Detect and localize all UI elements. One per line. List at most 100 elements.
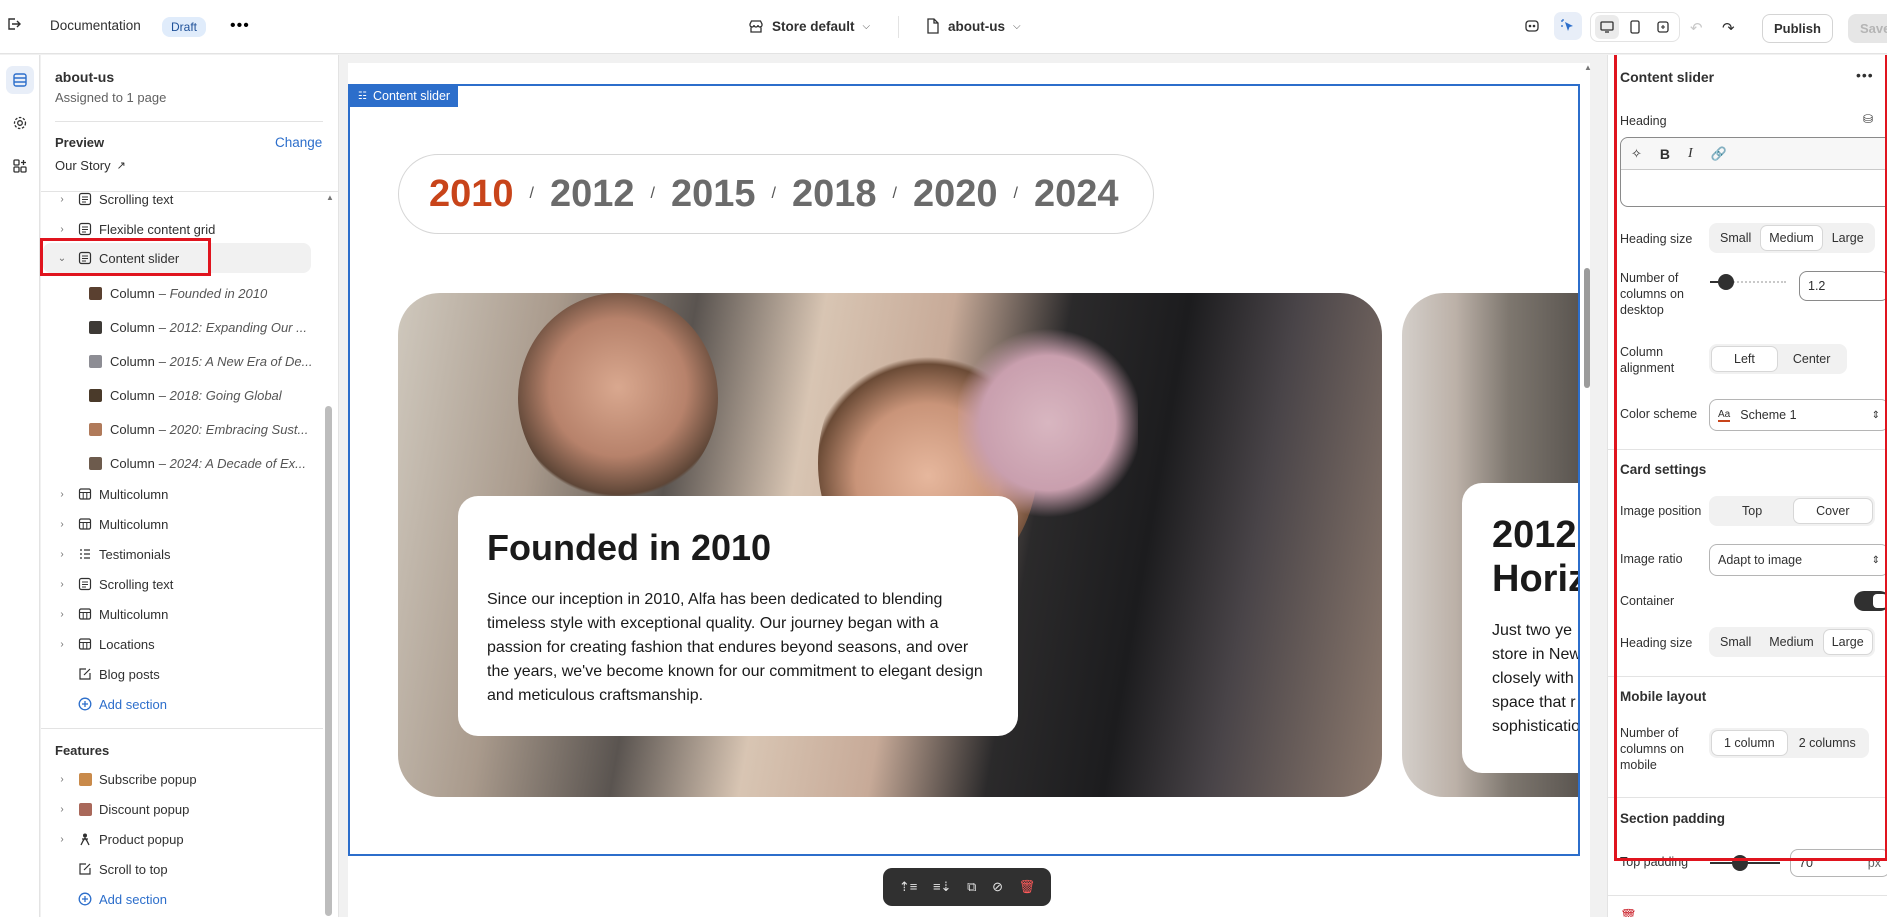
slider-thumb[interactable] <box>1718 274 1734 290</box>
alignment-left[interactable]: Left <box>1712 347 1777 371</box>
apps-icon[interactable] <box>6 152 34 180</box>
select-tool-icon[interactable] <box>1554 12 1582 40</box>
year-tab-2015[interactable]: 2015 <box>671 173 756 216</box>
page-icon <box>927 18 939 34</box>
publish-button[interactable]: Publish <box>1762 14 1833 43</box>
ai-sparkle-icon[interactable]: ✧ <box>1631 146 1642 162</box>
page-selector[interactable]: about-us ⌵ <box>926 18 1021 34</box>
year-tab-2010[interactable]: 2010 <box>429 173 514 216</box>
card-heading-size-small[interactable]: Small <box>1712 630 1759 654</box>
tree-section-scrolling-text[interactable]: › Scrolling text <box>55 185 325 213</box>
move-up-icon[interactable]: ⇡≡ <box>899 879 917 895</box>
preview-page-link[interactable]: Our Story ↗ <box>55 158 126 173</box>
image-ratio-select[interactable]: Adapt to image ⇕ <box>1709 544 1887 576</box>
store-selector[interactable]: Store default ⌵ <box>748 18 870 34</box>
color-scheme-select[interactable]: Aa Scheme 1 ⇕ <box>1709 399 1887 431</box>
save-button[interactable]: Save <box>1848 14 1887 43</box>
chevron-right-icon[interactable]: › <box>55 639 69 650</box>
chevron-right-icon[interactable]: › <box>55 579 69 590</box>
more-options-icon[interactable]: ••• <box>230 17 250 35</box>
columns-desktop-value: 1.2 <box>1808 279 1826 293</box>
preview-scrollbar[interactable]: ▲ <box>1584 63 1592 917</box>
desktop-icon[interactable] <box>1595 15 1619 39</box>
top-padding-slider[interactable] <box>1710 855 1780 871</box>
year-tab-2020[interactable]: 2020 <box>913 173 998 216</box>
tree-label: Scroll to top <box>99 861 168 877</box>
card-heading-size-large[interactable]: Large <box>1823 630 1872 654</box>
undo-icon[interactable]: ↶ <box>1690 19 1703 37</box>
add-section-button[interactable]: Add section <box>55 885 325 913</box>
columns-desktop-input[interactable]: 1.2 <box>1799 271 1887 301</box>
chevron-right-icon[interactable]: › <box>55 774 69 785</box>
chevron-right-icon[interactable]: › <box>55 194 69 205</box>
chevron-right-icon[interactable]: › <box>55 519 69 530</box>
chevron-right-icon[interactable]: › <box>55 549 69 560</box>
image-position-top[interactable]: Top <box>1712 499 1792 523</box>
heading-size-small[interactable]: Small <box>1712 226 1759 250</box>
tree-section-multicolumn[interactable]: › Multicolumn <box>55 510 325 538</box>
exit-icon[interactable] <box>6 16 22 32</box>
hide-icon[interactable]: ⊘ <box>992 879 1003 895</box>
tree-block-column[interactable]: Column – 2020: Embracing Sust... <box>89 415 359 443</box>
sections-icon[interactable] <box>6 66 34 94</box>
change-link[interactable]: Change <box>275 135 322 150</box>
fullscreen-icon[interactable] <box>1651 15 1675 39</box>
tree-feature-scroll-to-top[interactable]: Scroll to top <box>55 855 325 883</box>
tree-label: Product popup <box>99 831 184 847</box>
section-tag[interactable]: ☷ Content slider <box>350 85 459 107</box>
heading-rich-text[interactable]: ✧ B I 🔗 <box>1620 137 1887 207</box>
bold-icon[interactable]: B <box>1660 146 1670 162</box>
heading-size-large[interactable]: Large <box>1824 226 1872 250</box>
italic-icon[interactable]: I <box>1688 146 1693 162</box>
columns-mobile-1[interactable]: 1 column <box>1712 731 1787 755</box>
tree-feature-discount-popup[interactable]: › Discount popup <box>55 795 325 823</box>
store-preview: ☷ Content slider 2010 / 2012 / 2015 / 20… <box>348 63 1592 917</box>
select-arrows-icon: ⇕ <box>1871 554 1880 566</box>
redo-icon[interactable]: ↷ <box>1722 19 1735 37</box>
columns-mobile-2[interactable]: 2 columns <box>1789 731 1866 755</box>
year-tab-2018[interactable]: 2018 <box>792 173 877 216</box>
remove-section-icon[interactable]: 🗑 <box>1620 908 1640 917</box>
image-position-cover[interactable]: Cover <box>1794 499 1872 523</box>
inspector-icon[interactable] <box>1524 18 1540 34</box>
section-icon <box>77 576 93 592</box>
link-icon[interactable]: 🔗 <box>1711 146 1727 162</box>
section-tag-icon: ☷ <box>358 90 367 102</box>
columns-desktop-slider[interactable] <box>1710 274 1786 290</box>
tree-block-column[interactable]: Column – Founded in 2010 <box>89 279 359 307</box>
alignment-center[interactable]: Center <box>1779 347 1845 371</box>
top-padding-input[interactable]: 70 px <box>1790 849 1887 877</box>
heading-size-medium[interactable]: Medium <box>1761 226 1822 250</box>
duplicate-icon[interactable]: ⧉ <box>967 879 976 895</box>
chevron-right-icon[interactable]: › <box>55 224 69 235</box>
year-tab-2024[interactable]: 2024 <box>1034 173 1119 216</box>
tree-block-column[interactable]: Column – 2012: Expanding Our ... <box>89 313 359 341</box>
add-section-button[interactable]: Add section <box>55 690 325 718</box>
tree-block-column[interactable]: Column – 2018: Going Global <box>89 381 359 409</box>
tree-feature-product-popup[interactable]: › Product popup <box>55 825 325 853</box>
move-down-icon[interactable]: ≡⇣ <box>933 879 951 895</box>
more-options-icon[interactable]: ••• <box>1856 67 1874 83</box>
tree-feature-subscribe-popup[interactable]: › Subscribe popup <box>55 765 325 793</box>
tree-block-column[interactable]: Column – 2015: A New Era of De... <box>89 347 359 375</box>
tree-section-multicolumn[interactable]: › Multicolumn <box>55 480 325 508</box>
chevron-right-icon[interactable]: › <box>55 834 69 845</box>
delete-icon[interactable]: 🗑 <box>1019 879 1036 895</box>
tree-section-multicolumn[interactable]: › Multicolumn <box>55 600 325 628</box>
chevron-right-icon[interactable]: › <box>55 804 69 815</box>
tree-section-blog-posts[interactable]: Blog posts <box>55 660 325 688</box>
chevron-right-icon[interactable]: › <box>55 609 69 620</box>
chevron-right-icon[interactable]: › <box>55 489 69 500</box>
tree-section-testimonials[interactable]: › Testimonials <box>55 540 325 568</box>
block-sublabel: – 2018: Going Global <box>158 387 282 403</box>
tree-block-column[interactable]: Column – 2024: A Decade of Ex... <box>89 449 359 477</box>
tree-section-scrolling-text[interactable]: › Scrolling text <box>55 570 325 598</box>
year-tab-2012[interactable]: 2012 <box>550 173 635 216</box>
mobile-icon[interactable] <box>1623 15 1647 39</box>
container-toggle[interactable] <box>1854 591 1887 611</box>
slider-thumb[interactable] <box>1732 855 1748 871</box>
settings-gear-icon[interactable] <box>6 109 34 137</box>
tree-section-locations[interactable]: › Locations <box>55 630 325 658</box>
dynamic-source-icon[interactable]: ⛁ <box>1863 112 1873 126</box>
card-heading-size-medium[interactable]: Medium <box>1761 630 1821 654</box>
